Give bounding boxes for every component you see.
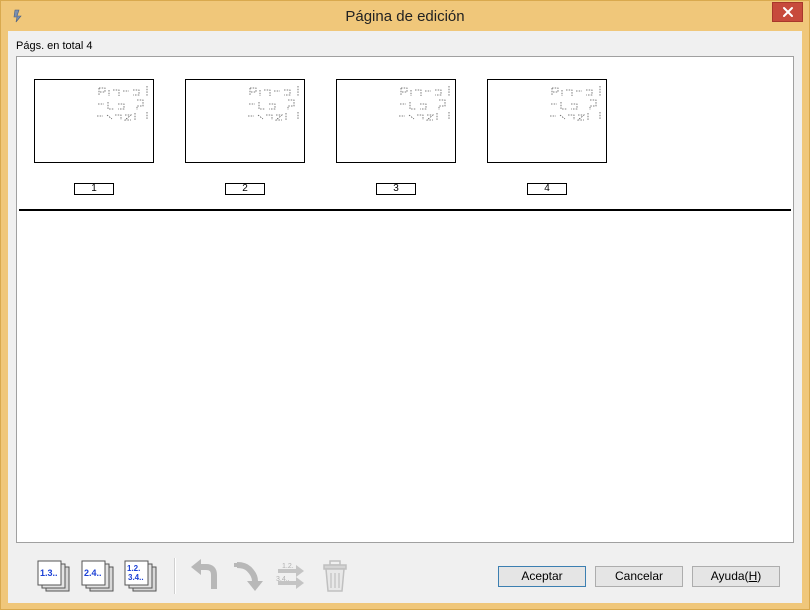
dialog-body: Págs. en total 4 1 2 3 4 1.3.. 2.4.. 1.2… (8, 31, 802, 603)
page-thumbnails-panel[interactable]: 1 2 3 4 (16, 56, 794, 543)
page-thumbnail[interactable] (336, 79, 456, 163)
rotate-left-icon (191, 559, 217, 589)
page-thumbnail[interactable] (487, 79, 607, 163)
help-button[interactable]: Ayuda(H) (692, 566, 780, 587)
close-button[interactable] (772, 2, 803, 22)
scanned-text-preview (399, 86, 450, 121)
page-number-field[interactable]: 4 (527, 183, 567, 195)
help-hotkey: H (748, 569, 758, 583)
svg-text:3.4..: 3.4.. (128, 573, 144, 582)
swap-pages-icon: 1.2. 3.4.. (276, 563, 304, 589)
swap-pages-button[interactable]: 1.2. 3.4.. (274, 559, 308, 593)
close-icon (782, 7, 793, 17)
select-all-pages-button[interactable]: 1.2. 3.4.. (124, 559, 158, 593)
cancel-button[interactable]: Cancelar (595, 566, 683, 587)
delete-trash-icon (323, 560, 347, 592)
svg-text:1.2.: 1.2. (127, 564, 140, 573)
select-odd-pages-button[interactable]: 1.3.. (37, 559, 71, 593)
scanned-text-preview (97, 86, 148, 121)
help-label-close: ) (757, 569, 762, 583)
scanned-text-preview (248, 86, 299, 121)
window-title: Página de edición (345, 8, 465, 25)
toolbar-separator (174, 558, 176, 594)
page-number-field[interactable]: 3 (376, 183, 416, 195)
title-bar[interactable]: Página de edición (1, 1, 809, 31)
svg-text:2.4..: 2.4.. (84, 568, 102, 578)
page-thumbnail[interactable] (34, 79, 154, 163)
select-even-pages-icon: 2.4.. (81, 560, 114, 592)
rotate-left-button[interactable] (188, 559, 222, 593)
delete-page-button[interactable] (318, 559, 352, 593)
rotate-right-icon (234, 562, 263, 591)
svg-text:1.3..: 1.3.. (40, 568, 58, 578)
svg-text:3.4..: 3.4.. (276, 576, 290, 583)
select-all-pages-icon: 1.2. 3.4.. (124, 560, 157, 592)
edit-page-dialog: Página de edición Págs. en total 4 1 2 3… (0, 0, 810, 610)
select-even-pages-button[interactable]: 2.4.. (81, 559, 115, 593)
select-odd-pages-icon: 1.3.. (37, 560, 70, 592)
page-number-field[interactable]: 1 (74, 183, 114, 195)
page-number-field[interactable]: 2 (225, 183, 265, 195)
page-thumbnail[interactable] (185, 79, 305, 163)
svg-text:1.2.: 1.2. (282, 563, 294, 570)
total-pages-label: Págs. en total 4 (16, 40, 93, 52)
help-label: Ayuda( (710, 569, 749, 583)
accept-button[interactable]: Aceptar (498, 566, 586, 587)
rotate-right-button[interactable] (231, 559, 265, 593)
scanned-text-preview (550, 86, 601, 121)
insertion-divider (19, 209, 791, 211)
